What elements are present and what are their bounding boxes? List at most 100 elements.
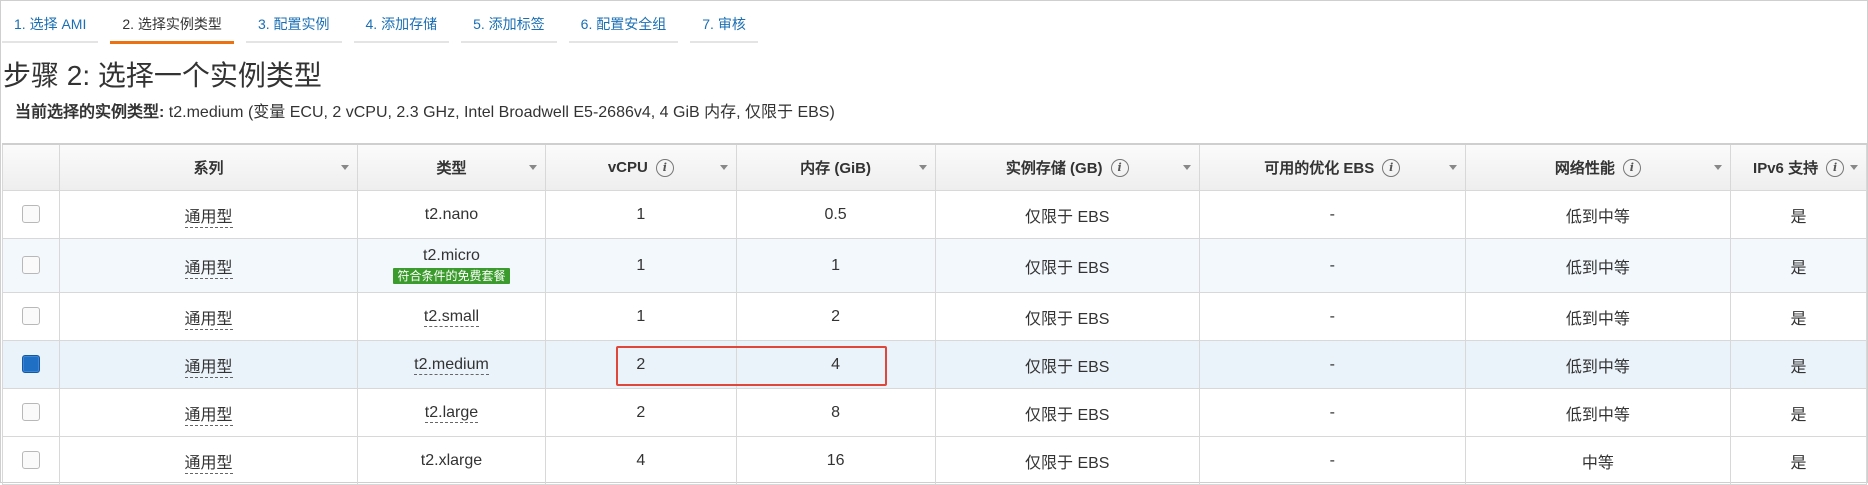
info-icon[interactable]: i	[1382, 158, 1401, 177]
step-choose-instance-type[interactable]: 2. 选择实例类型	[110, 7, 234, 44]
ipv6-cell: 是	[1730, 388, 1867, 437]
column-label: 实例存储 (GB)	[1005, 160, 1103, 177]
step-review[interactable]: 7. 审核	[690, 7, 758, 43]
instance-type-page: 1. 选择 AMI 2. 选择实例类型 3. 配置实例 4. 添加存储 5. 添…	[0, 0, 1868, 485]
ipv6-cell: 是	[1730, 292, 1867, 341]
vcpu-cell: 1	[545, 238, 737, 293]
info-icon[interactable]: i	[655, 158, 674, 177]
ipv6-cell: 是	[1730, 340, 1867, 389]
ipv6-cell: 是	[1730, 238, 1867, 293]
row-checkbox[interactable]	[22, 451, 41, 470]
sort-down-icon[interactable]	[1182, 165, 1191, 170]
memory-cell: 8	[735, 388, 936, 437]
column-label: vCPU	[607, 159, 648, 176]
info-icon[interactable]: i	[1826, 158, 1845, 177]
vcpu-cell: 1	[545, 292, 737, 341]
step-add-tags[interactable]: 5. 添加标签	[461, 7, 557, 43]
column-label: 类型	[436, 160, 467, 177]
row-checkbox-checked[interactable]	[22, 355, 41, 374]
ebs-cell: -	[1198, 292, 1466, 341]
sort-down-icon[interactable]	[918, 165, 927, 170]
step-configure-instance[interactable]: 3. 配置实例	[245, 7, 342, 43]
type-cell: t2.micro	[423, 247, 480, 264]
family-cell: 通用型	[184, 358, 233, 378]
ebs-cell: -	[1198, 436, 1466, 485]
family-cell: 通用型	[184, 208, 233, 228]
sort-down-icon[interactable]	[529, 165, 538, 170]
family-cell: 通用型	[184, 259, 233, 279]
memory-cell: 4	[735, 340, 936, 389]
column-label: 系列	[193, 160, 224, 177]
memory-cell: 1	[735, 238, 936, 293]
table-row[interactable]: 通用型 t2.nano 1 0.5 仅限于 EBS - 低到中等 是	[1, 190, 1867, 239]
table-row[interactable]: 通用型 t2.xlarge 4 16 仅限于 EBS - 中等 是	[1, 436, 1867, 485]
ebs-cell: -	[1198, 388, 1466, 437]
step-configure-security-group[interactable]: 6. 配置安全组	[568, 7, 679, 43]
column-label: 可用的优化 EBS	[1264, 160, 1375, 177]
memory-cell: 2	[735, 292, 936, 341]
type-cell: t2.large	[424, 403, 479, 423]
column-header-family[interactable]: 系列	[59, 143, 358, 191]
type-cell: t2.small	[423, 307, 480, 327]
type-cell: t2.xlarge	[356, 436, 547, 485]
storage-cell: 仅限于 EBS	[934, 340, 1200, 389]
column-header-memory[interactable]: 内存 (GiB)	[735, 143, 936, 191]
row-checkbox[interactable]	[22, 307, 41, 326]
type-cell: t2.medium	[414, 355, 489, 375]
ebs-cell: -	[1198, 340, 1466, 389]
column-label: 网络性能	[1554, 160, 1615, 177]
table-row[interactable]: 通用型 t2.small 1 2 仅限于 EBS - 低到中等 是	[1, 292, 1867, 341]
storage-cell: 仅限于 EBS	[934, 436, 1200, 485]
sort-down-icon[interactable]	[1714, 165, 1723, 170]
storage-cell: 仅限于 EBS	[934, 388, 1200, 437]
column-label: 内存 (GiB)	[800, 160, 871, 177]
vcpu-cell: 2	[545, 340, 737, 389]
storage-cell: 仅限于 EBS	[934, 292, 1200, 341]
sort-down-icon[interactable]	[340, 165, 349, 170]
column-header-network[interactable]: 网络性能 i	[1464, 143, 1732, 191]
family-cell: 通用型	[184, 454, 233, 474]
network-cell: 低到中等	[1464, 340, 1732, 389]
network-cell: 低到中等	[1464, 388, 1732, 437]
current-selection-value: t2.medium (变量 ECU, 2 vCPU, 2.3 GHz, Inte…	[168, 104, 835, 121]
column-header-instance-storage[interactable]: 实例存储 (GB) i	[934, 143, 1200, 191]
network-cell: 低到中等	[1464, 190, 1732, 239]
table-row-selected[interactable]: 通用型 t2.medium 2 4 仅限于 EBS - 低到中等 是	[1, 340, 1867, 389]
free-tier-badge: 符合条件的免费套餐	[393, 268, 510, 284]
type-cell: t2.nano	[356, 190, 547, 239]
current-selection: 当前选择的实例类型: t2.medium (变量 ECU, 2 vCPU, 2.…	[15, 98, 835, 122]
ipv6-cell: 是	[1730, 190, 1867, 239]
page-title: 步骤 2: 选择一个实例类型	[3, 60, 322, 91]
step-add-storage[interactable]: 4. 添加存储	[353, 7, 450, 43]
column-header-vcpu[interactable]: vCPU i	[545, 143, 737, 191]
row-checkbox[interactable]	[22, 205, 41, 224]
storage-cell: 仅限于 EBS	[934, 238, 1200, 293]
ipv6-cell: 是	[1730, 436, 1867, 485]
memory-cell: 0.5	[735, 190, 936, 239]
row-checkbox[interactable]	[22, 256, 41, 275]
select-column-header	[1, 143, 61, 191]
sort-down-icon[interactable]	[1850, 165, 1858, 170]
family-cell: 通用型	[184, 310, 233, 330]
vcpu-cell: 2	[545, 388, 737, 437]
network-cell: 中等	[1464, 436, 1732, 485]
info-icon[interactable]: i	[1110, 158, 1129, 177]
info-icon[interactable]: i	[1622, 158, 1641, 177]
column-header-ebs-optimized[interactable]: 可用的优化 EBS i	[1198, 143, 1466, 191]
vcpu-cell: 4	[545, 436, 737, 485]
memory-cell: 16	[735, 436, 936, 485]
family-cell: 通用型	[184, 406, 233, 426]
table-row[interactable]: 通用型 t2.large 2 8 仅限于 EBS - 低到中等 是	[1, 388, 1867, 437]
step-choose-ami[interactable]: 1. 选择 AMI	[2, 7, 99, 43]
sort-down-icon[interactable]	[1448, 165, 1457, 170]
sort-down-icon[interactable]	[719, 165, 728, 170]
column-header-ipv6[interactable]: IPv6 支持 i	[1730, 143, 1867, 191]
network-cell: 低到中等	[1464, 292, 1732, 341]
column-header-type[interactable]: 类型	[356, 143, 547, 191]
instance-type-table: 系列 类型 vCPU i 内存 (GiB) 实例存储 (GB) i 可用的优化 EB…	[1, 143, 1867, 485]
network-cell: 低到中等	[1464, 238, 1732, 293]
ebs-cell: -	[1198, 238, 1466, 293]
column-label: IPv6 支持	[1753, 160, 1819, 177]
row-checkbox[interactable]	[22, 403, 41, 422]
table-row[interactable]: 通用型 t2.micro 符合条件的免费套餐 1 1 仅限于 EBS - 低到中等…	[1, 238, 1867, 293]
